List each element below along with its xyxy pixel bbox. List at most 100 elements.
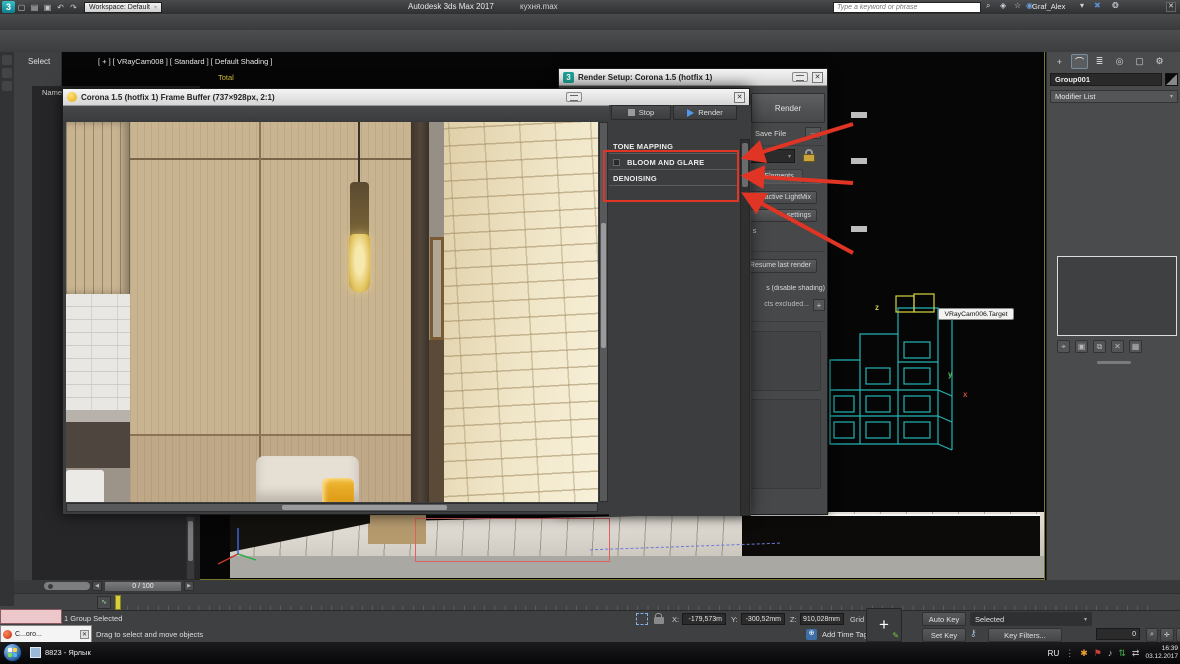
explorer-select-menu[interactable]: Select: [14, 52, 61, 66]
language-indicator[interactable]: RU: [1048, 649, 1060, 658]
render-button[interactable]: Render: [751, 93, 825, 123]
tab-elements[interactable]: Elements: [755, 169, 803, 183]
explorer-scroll-thumb[interactable]: [188, 521, 193, 561]
undo-quick-icon[interactable]: ↶: [54, 1, 67, 13]
render-setup-close-icon[interactable]: ✕: [812, 71, 823, 83]
search-icon[interactable]: ⌕: [986, 1, 990, 11]
community-icon[interactable]: ◈: [1000, 1, 1006, 10]
redo-quick-icon[interactable]: ↷: [67, 1, 80, 13]
tray-expand-icon[interactable]: ⋮: [1065, 648, 1074, 659]
help-center-icon[interactable]: ❂: [1112, 1, 1119, 10]
lock-icon[interactable]: [803, 149, 815, 162]
previous-frame-button[interactable]: ◀: [92, 581, 102, 591]
key-filters-button[interactable]: Key Filters...: [988, 628, 1062, 642]
dock-icon[interactable]: [2, 55, 12, 65]
sync-tray-icon[interactable]: ⇅: [1118, 648, 1126, 659]
dock-icon[interactable]: [2, 81, 12, 91]
current-frame-field[interactable]: 0: [1096, 628, 1140, 640]
selection-lock-icon[interactable]: [654, 613, 664, 625]
add-time-tag[interactable]: Add Time Tag: [822, 630, 868, 639]
user-dropdown-caret[interactable]: ▾: [1080, 1, 1084, 10]
auto-key-button[interactable]: Auto Key: [922, 612, 966, 626]
key-mode-icon[interactable]: ⚷: [970, 628, 984, 642]
corona-mini-window[interactable]: C...oro... ✕: [0, 625, 92, 643]
rollout-divider-handle[interactable]: [1097, 361, 1131, 364]
3dsmax-application-window: [ + ] [ VRayCam008 ] [ Standard ] [ Defa…: [0, 0, 1180, 664]
isolate-selection-icon[interactable]: [636, 613, 648, 625]
remove-modifier-icon[interactable]: ✕: [1111, 340, 1124, 353]
zoom-icon[interactable]: ⌕: [1146, 628, 1158, 642]
scroll-thumb[interactable]: [742, 143, 748, 187]
vfb-render-button[interactable]: Render: [673, 105, 737, 120]
window-close-icon[interactable]: ✕: [1166, 2, 1176, 12]
render-setup-titlebar[interactable]: 3 Render Setup: Corona 1.5 (hotfix 1) ✕: [559, 69, 827, 86]
next-frame-button[interactable]: ▶: [184, 581, 194, 591]
add-excluded-button[interactable]: +: [813, 299, 825, 311]
make-unique-icon[interactable]: ⧉: [1093, 340, 1106, 353]
stop-button[interactable]: Stop: [611, 105, 671, 120]
clock[interactable]: 16:39 03.12.2017: [1145, 645, 1178, 661]
pan-icon[interactable]: ✛: [1159, 628, 1174, 642]
open-file-icon[interactable]: ▤: [28, 1, 41, 13]
selection-filter-dropdown[interactable]: Selected ▾: [970, 612, 1092, 626]
object-color-swatch[interactable]: [1165, 73, 1178, 86]
modifier-list-dropdown[interactable]: Modifier List ▾: [1050, 90, 1178, 103]
current-frame-marker[interactable]: [115, 595, 121, 610]
scroll-thumb[interactable]: [282, 505, 447, 510]
new-file-icon[interactable]: ▢: [15, 1, 28, 13]
y-coord-field[interactable]: -300,52mm: [741, 613, 785, 625]
vfb-close-icon[interactable]: ✕: [734, 91, 745, 103]
mini-window-close-icon[interactable]: ✕: [80, 629, 89, 639]
vfb-horizontal-scrollbar[interactable]: [66, 503, 598, 512]
mini-curve-editor-icon[interactable]: ∿: [97, 596, 111, 609]
track-bar-ruler[interactable]: ∿: [0, 593, 1180, 611]
show-end-result-icon[interactable]: ▣: [1075, 340, 1088, 353]
object-name-field[interactable]: Group001: [1050, 73, 1162, 86]
favorites-star-icon[interactable]: ☆: [1014, 1, 1021, 10]
workspace-dropdown[interactable]: Workspace: Default ▾: [84, 1, 162, 13]
tab-utilities-icon[interactable]: ⚙: [1151, 54, 1168, 69]
scroll-thumb[interactable]: [601, 223, 606, 348]
set-key-button[interactable]: Set Key: [922, 628, 966, 642]
time-slider-frame-display[interactable]: 0 / 100: [104, 580, 182, 592]
vfb-titlebar[interactable]: Corona 1.5 (hotfix 1) Frame Buffer (737×…: [63, 89, 749, 106]
annotation-highlight-box: [603, 150, 739, 202]
squeeze-icon[interactable]: [792, 72, 808, 82]
antivirus-tray-icon[interactable]: ✱: [1080, 648, 1088, 659]
network-tray-icon[interactable]: ⇄: [1132, 648, 1140, 659]
command-panel-tabs: + ⌒ ≣ ◎ ▢ ⚙: [1051, 54, 1168, 69]
modifier-stack-list[interactable]: [1057, 256, 1177, 336]
a360-icon[interactable]: ✖: [1094, 1, 1101, 10]
orbit-icon[interactable]: ↻: [1175, 628, 1180, 642]
start-button[interactable]: [3, 643, 22, 662]
set-keys-button[interactable]: + ✎: [866, 608, 902, 642]
explorer-vertical-scrollbar[interactable]: [186, 516, 195, 580]
squeeze-icon[interactable]: [566, 92, 582, 102]
z-coord-field[interactable]: 910,028mm: [800, 613, 844, 625]
configure-modifier-sets-icon[interactable]: ▦: [1129, 340, 1142, 353]
volume-tray-icon[interactable]: ♪: [1108, 648, 1113, 658]
tab-create-icon[interactable]: +: [1051, 54, 1068, 69]
tab-motion-icon[interactable]: ◎: [1111, 54, 1128, 69]
camera-target-label[interactable]: VRayCam006.Target: [938, 308, 1014, 320]
search-input[interactable]: [833, 2, 981, 13]
x-coord-field[interactable]: -179,573m: [682, 613, 726, 625]
tab-modify-icon[interactable]: ⌒: [1071, 54, 1088, 69]
signed-in-username[interactable]: Graf_Alex: [1032, 2, 1065, 11]
explorer-horizontal-slider[interactable]: [44, 582, 90, 590]
taskbar-shortcut[interactable]: 8823 - Ярлык: [30, 647, 91, 658]
tab-display-icon[interactable]: ▢: [1131, 54, 1148, 69]
maxscript-mini-listener[interactable]: [0, 609, 62, 624]
annotation-highlight-compress: [851, 158, 867, 164]
flag-tray-icon[interactable]: ⚑: [1094, 648, 1102, 659]
rendered-image[interactable]: [66, 122, 598, 502]
time-tag-icon[interactable]: ⊕: [806, 629, 817, 640]
pin-stack-icon[interactable]: ⌖: [1057, 340, 1070, 353]
explorer-name-column-header[interactable]: Name: [42, 88, 62, 97]
tab-hierarchy-icon[interactable]: ≣: [1091, 54, 1108, 69]
viewport-label[interactable]: [ + ] [ VRayCam008 ] [ Standard ] [ Defa…: [98, 57, 272, 66]
save-file-icon[interactable]: ▣: [41, 1, 54, 13]
vfb-panel-scrollbar[interactable]: [740, 139, 750, 516]
dock-icon[interactable]: [2, 68, 12, 78]
browse-button[interactable]: ...: [805, 127, 821, 139]
